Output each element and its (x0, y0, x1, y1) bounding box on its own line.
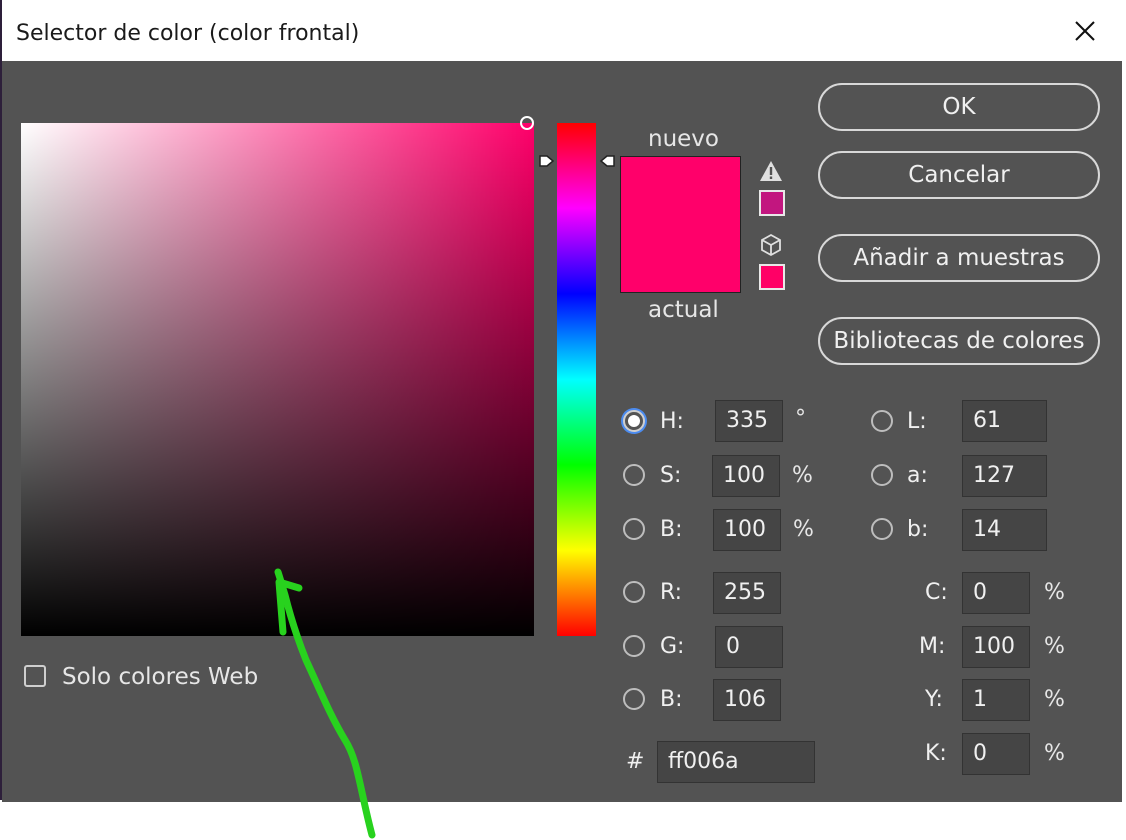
y-input[interactable]: 1 (962, 679, 1030, 721)
web-only-checkbox[interactable] (24, 665, 46, 687)
lab-b-label: b: (907, 517, 929, 542)
g-input[interactable]: 0 (715, 626, 783, 668)
radio-g[interactable] (623, 635, 645, 657)
l-input[interactable]: 61 (962, 400, 1047, 442)
blue-input[interactable]: 106 (713, 679, 781, 721)
h-unit: ° (795, 406, 806, 431)
radio-blue[interactable] (623, 688, 645, 710)
cancel-button[interactable]: Cancelar (818, 151, 1100, 199)
current-color-label: actual (648, 297, 719, 323)
blue-label: B: (660, 687, 683, 712)
radio-r[interactable] (623, 581, 645, 603)
radio-lab-b[interactable] (871, 518, 893, 540)
l-label: L: (907, 409, 927, 434)
new-color-label: nuevo (648, 126, 719, 152)
color-preview-swatch (620, 156, 741, 293)
hue-slider-arrow-icon[interactable] (599, 152, 615, 170)
brightness-input[interactable]: 100 (713, 509, 781, 551)
k-label: K: (925, 741, 947, 766)
cube-icon[interactable] (759, 233, 783, 257)
radio-h[interactable] (623, 410, 645, 432)
brightness-label: B: (660, 517, 683, 542)
s-input[interactable]: 100 (712, 455, 780, 497)
hue-slider-arrow-icon[interactable] (539, 152, 555, 170)
color-libraries-button[interactable]: Bibliotecas de colores (818, 317, 1100, 365)
k-input[interactable]: 0 (962, 733, 1030, 775)
s-unit: % (792, 463, 813, 488)
radio-brightness[interactable] (623, 518, 645, 540)
hex-input[interactable]: ff006a (657, 741, 815, 783)
a-input[interactable]: 127 (962, 455, 1047, 497)
hue-slider[interactable] (557, 123, 596, 636)
hex-label: # (626, 749, 645, 774)
window-title: Selector de color (color frontal) (16, 21, 360, 46)
ok-button[interactable]: OK (818, 83, 1100, 131)
c-unit: % (1044, 580, 1065, 605)
y-unit: % (1044, 687, 1065, 712)
color-field[interactable] (21, 123, 534, 636)
radio-a[interactable] (871, 464, 893, 486)
r-label: R: (660, 580, 683, 605)
title-bar: Selector de color (color frontal) (2, 4, 1122, 61)
h-input[interactable]: 335 (715, 400, 783, 442)
y-label: Y: (925, 687, 943, 712)
color-field-marker[interactable] (520, 116, 534, 130)
add-to-swatches-button[interactable]: Añadir a muestras (818, 234, 1100, 282)
out-of-gamut-swatch[interactable] (759, 190, 785, 216)
g-label: G: (660, 634, 685, 659)
web-only-label: Solo colores Web (62, 664, 259, 690)
radio-l[interactable] (871, 410, 893, 432)
lab-b-input[interactable]: 14 (962, 509, 1047, 551)
c-label: C: (925, 580, 948, 605)
c-input[interactable]: 0 (962, 572, 1030, 614)
brightness-unit: % (793, 517, 814, 542)
s-label: S: (660, 463, 682, 488)
warning-icon[interactable] (758, 159, 784, 183)
a-label: a: (907, 463, 928, 488)
r-input[interactable]: 255 (713, 572, 781, 614)
m-input[interactable]: 100 (962, 626, 1030, 668)
h-label: H: (660, 409, 684, 434)
close-icon[interactable] (1068, 14, 1102, 48)
k-unit: % (1044, 741, 1065, 766)
m-label: M: (919, 634, 946, 659)
radio-s[interactable] (623, 464, 645, 486)
m-unit: % (1044, 634, 1065, 659)
web-safe-swatch[interactable] (759, 264, 785, 290)
